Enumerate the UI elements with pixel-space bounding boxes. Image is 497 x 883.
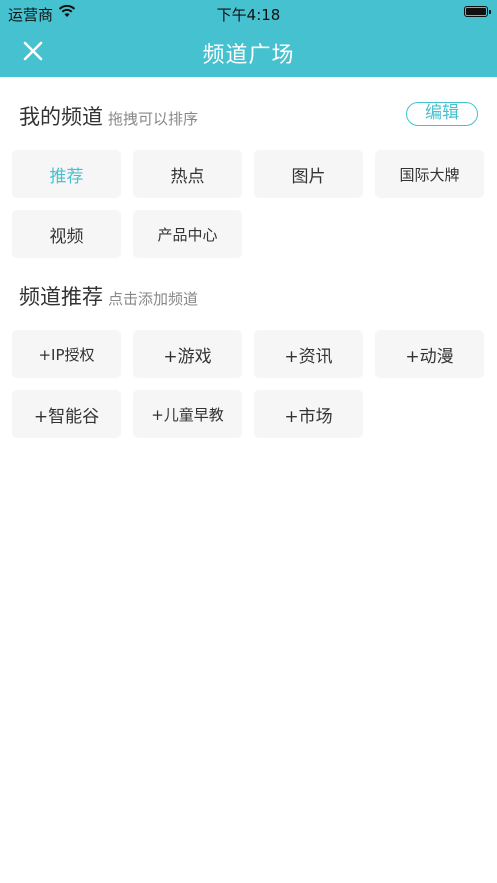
add-channel-ip[interactable]: +IP授权 xyxy=(12,330,121,378)
channel-tag-recommend[interactable]: 推荐 xyxy=(12,150,121,198)
nav-bar: 频道广场 xyxy=(0,26,497,77)
status-time: 下午4:18 xyxy=(216,6,281,24)
add-channel-early-education[interactable]: +儿童早教 xyxy=(133,390,242,438)
recommended-title: 频道推荐 xyxy=(19,285,103,309)
channel-tag-product-center[interactable]: 产品中心 xyxy=(133,210,242,258)
page-title: 频道广场 xyxy=(202,43,295,68)
edit-button[interactable]: 编辑 xyxy=(406,102,478,126)
add-channel-anime[interactable]: +动漫 xyxy=(375,330,484,378)
add-channel-news[interactable]: +资讯 xyxy=(254,330,363,378)
channel-tag-intl-brands[interactable]: 国际大牌 xyxy=(375,150,484,198)
status-bar: 运营商 下午4:18 xyxy=(0,0,497,26)
recommended-hint: 点击添加频道 xyxy=(108,290,199,308)
recommended-header: 频道推荐 点击添加频道 xyxy=(19,281,198,311)
add-channel-market[interactable]: +市场 xyxy=(254,390,363,438)
my-channels-hint: 拖拽可以排序 xyxy=(108,110,199,128)
battery-icon xyxy=(464,6,491,17)
my-channels-header: 我的频道 拖拽可以排序 xyxy=(19,101,198,131)
my-channels-grid: 推荐 热点 图片 国际大牌 视频 产品中心 xyxy=(12,150,485,258)
add-channel-games[interactable]: +游戏 xyxy=(133,330,242,378)
add-channel-smart-valley[interactable]: +智能谷 xyxy=(12,390,121,438)
channel-tag-hot[interactable]: 热点 xyxy=(133,150,242,198)
channel-tag-video[interactable]: 视频 xyxy=(12,210,121,258)
my-channels-title: 我的频道 xyxy=(19,105,103,129)
recommended-grid: +IP授权 +游戏 +资讯 +动漫 +智能谷 +儿童早教 +市场 xyxy=(12,330,485,438)
channel-tag-pictures[interactable]: 图片 xyxy=(254,150,363,198)
